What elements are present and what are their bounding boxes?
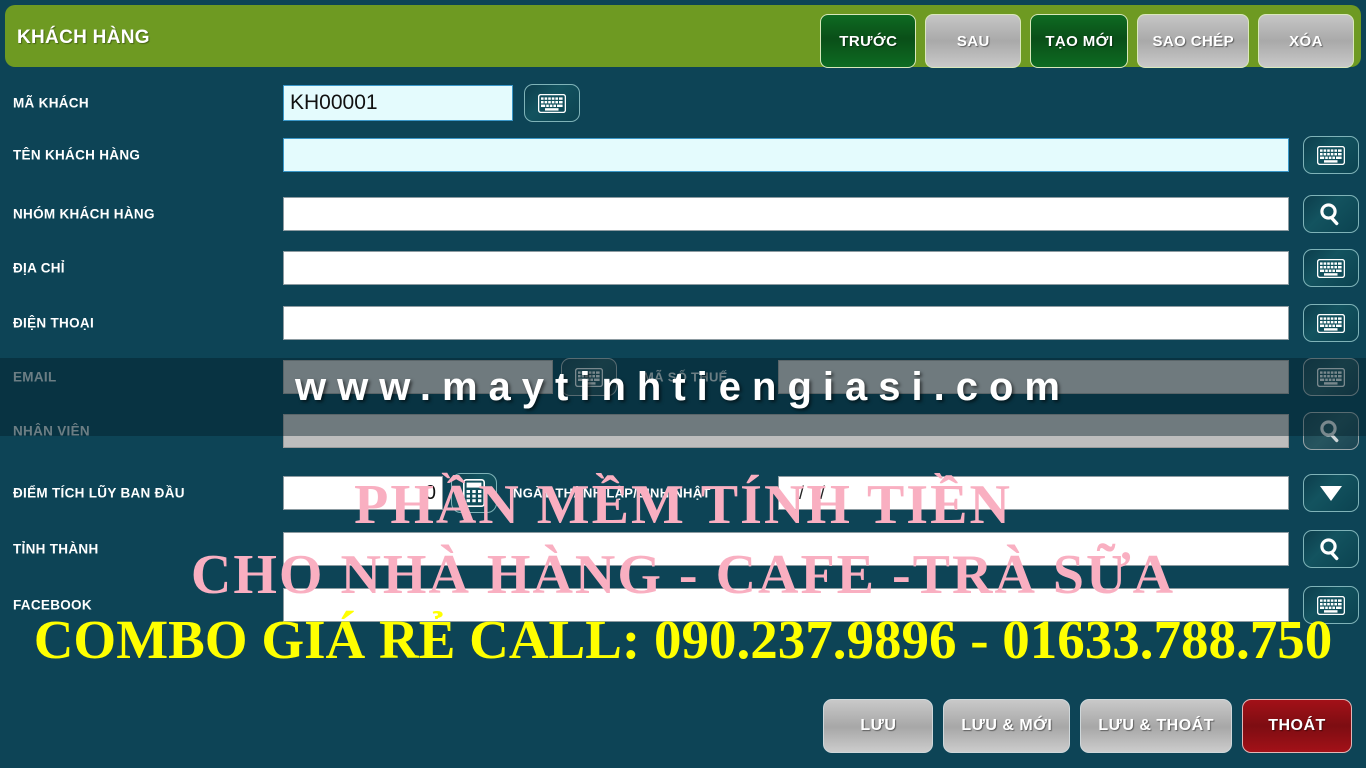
tinh-thanh-input[interactable]: [283, 532, 1289, 566]
ngay-thanh-lap-dropdown-button[interactable]: [1303, 474, 1359, 512]
ma-so-thue-input[interactable]: [778, 360, 1289, 394]
keyboard-icon: [575, 367, 603, 387]
row-ten-khach-hang: TÊN KHÁCH HÀNG: [0, 132, 1366, 178]
diem-tich-luy-calculator-button[interactable]: [451, 473, 497, 513]
save-and-exit-button[interactable]: LƯU & THOÁT: [1080, 699, 1232, 753]
dien-thoai-input[interactable]: [283, 306, 1289, 340]
customer-form-window: KHÁCH HÀNG TRƯỚC SAU TẠO MỚI SAO CHÉP XÓ…: [0, 0, 1366, 768]
nhan-vien-search-button[interactable]: [1303, 412, 1359, 450]
keyboard-icon: [1317, 313, 1345, 333]
row-tinh-thanh: TỈNH THÀNH: [0, 526, 1366, 572]
tinh-thanh-search-button[interactable]: [1303, 530, 1359, 568]
row-dien-thoai: ĐIỆN THOẠI: [0, 300, 1366, 346]
label-email: EMAIL: [13, 369, 57, 385]
form-area: MÃ KHÁCH KH00001 TÊN KHÁCH HÀNG NHÓM KHÁ…: [0, 72, 1366, 632]
label-dien-thoai: ĐIỆN THOẠI: [13, 315, 95, 331]
row-email: EMAIL MÃ SỐ THUẾ: [0, 354, 1366, 400]
nhom-khach-hang-input[interactable]: [283, 197, 1289, 231]
nhan-vien-input[interactable]: [283, 414, 1289, 448]
next-button[interactable]: SAU: [925, 14, 1022, 68]
ma-khach-keyboard-button[interactable]: [524, 84, 580, 122]
search-icon: [1320, 420, 1339, 443]
label-facebook: FACEBOOK: [13, 597, 92, 613]
row-dia-chi: ĐỊA CHỈ: [0, 245, 1366, 291]
exit-button[interactable]: THOÁT: [1242, 699, 1352, 753]
label-dia-chi: ĐỊA CHỈ: [13, 260, 65, 276]
delete-button[interactable]: XÓA: [1258, 14, 1354, 68]
label-ma-khach: MÃ KHÁCH: [13, 95, 89, 111]
keyboard-icon: [538, 93, 566, 113]
facebook-input[interactable]: [283, 588, 1289, 622]
email-keyboard-button[interactable]: [561, 358, 617, 396]
dia-chi-keyboard-button[interactable]: [1303, 249, 1359, 287]
header-bar: KHÁCH HÀNG TRƯỚC SAU TẠO MỚI SAO CHÉP XÓ…: [5, 5, 1361, 68]
nhom-khach-hang-search-button[interactable]: [1303, 195, 1359, 233]
label-nhom-khach-hang: NHÓM KHÁCH HÀNG: [13, 206, 155, 222]
row-facebook: FACEBOOK: [0, 582, 1366, 628]
row-ma-khach: MÃ KHÁCH: [0, 80, 1366, 126]
facebook-keyboard-button[interactable]: [1303, 586, 1359, 624]
page-title: KHÁCH HÀNG: [17, 27, 150, 48]
ten-khach-hang-input[interactable]: [283, 138, 1289, 172]
calculator-icon: [463, 479, 485, 507]
label-tinh-thanh: TỈNH THÀNH: [13, 541, 99, 557]
ma-so-thue-keyboard-button[interactable]: [1303, 358, 1359, 396]
search-icon: [1320, 538, 1339, 561]
footer-button-group: LƯU LƯU & MỚI LƯU & THOÁT THOÁT: [823, 699, 1352, 753]
previous-button[interactable]: TRƯỚC: [820, 14, 917, 68]
ten-khach-hang-keyboard-button[interactable]: [1303, 136, 1359, 174]
dia-chi-input[interactable]: [283, 251, 1289, 285]
keyboard-icon: [1317, 595, 1345, 615]
row-diem-tich-luy: ĐIỂM TÍCH LŨY BAN ĐẦU NGÀY THÀNH LẬP/SIN…: [0, 470, 1366, 516]
header-button-group: TRƯỚC SAU TẠO MỚI SAO CHÉP XÓA: [820, 14, 1354, 68]
email-input[interactable]: [283, 360, 553, 394]
row-nhan-vien: NHÂN VIÊN: [0, 408, 1366, 454]
label-ten-khach-hang: TÊN KHÁCH HÀNG: [13, 147, 141, 163]
copy-button[interactable]: SAO CHÉP: [1137, 14, 1249, 68]
save-and-new-button[interactable]: LƯU & MỚI: [943, 699, 1071, 753]
diem-tich-luy-input[interactable]: [283, 476, 443, 510]
ngay-thanh-lap-input[interactable]: [778, 476, 1289, 510]
row-nhom-khach-hang: NHÓM KHÁCH HÀNG: [0, 191, 1366, 237]
keyboard-icon: [1317, 367, 1345, 387]
search-icon: [1320, 203, 1339, 226]
label-ma-so-thue: MÃ SỐ THUẾ: [643, 369, 728, 385]
label-ngay-thanh-lap: NGÀY THÀNH LẬP/SINH NHẬT: [513, 485, 711, 501]
label-diem-tich-luy: ĐIỂM TÍCH LŨY BAN ĐẦU: [13, 485, 185, 501]
dien-thoai-keyboard-button[interactable]: [1303, 304, 1359, 342]
footer-bar: LƯU LƯU & MỚI LƯU & THOÁT THOÁT: [0, 688, 1366, 768]
ma-khach-input[interactable]: [283, 85, 513, 121]
save-button[interactable]: LƯU: [823, 699, 934, 753]
chevron-down-icon: [1320, 486, 1342, 501]
label-nhan-vien: NHÂN VIÊN: [13, 423, 90, 439]
keyboard-icon: [1317, 145, 1345, 165]
create-new-button[interactable]: TẠO MỚI: [1030, 14, 1129, 68]
keyboard-icon: [1317, 258, 1345, 278]
